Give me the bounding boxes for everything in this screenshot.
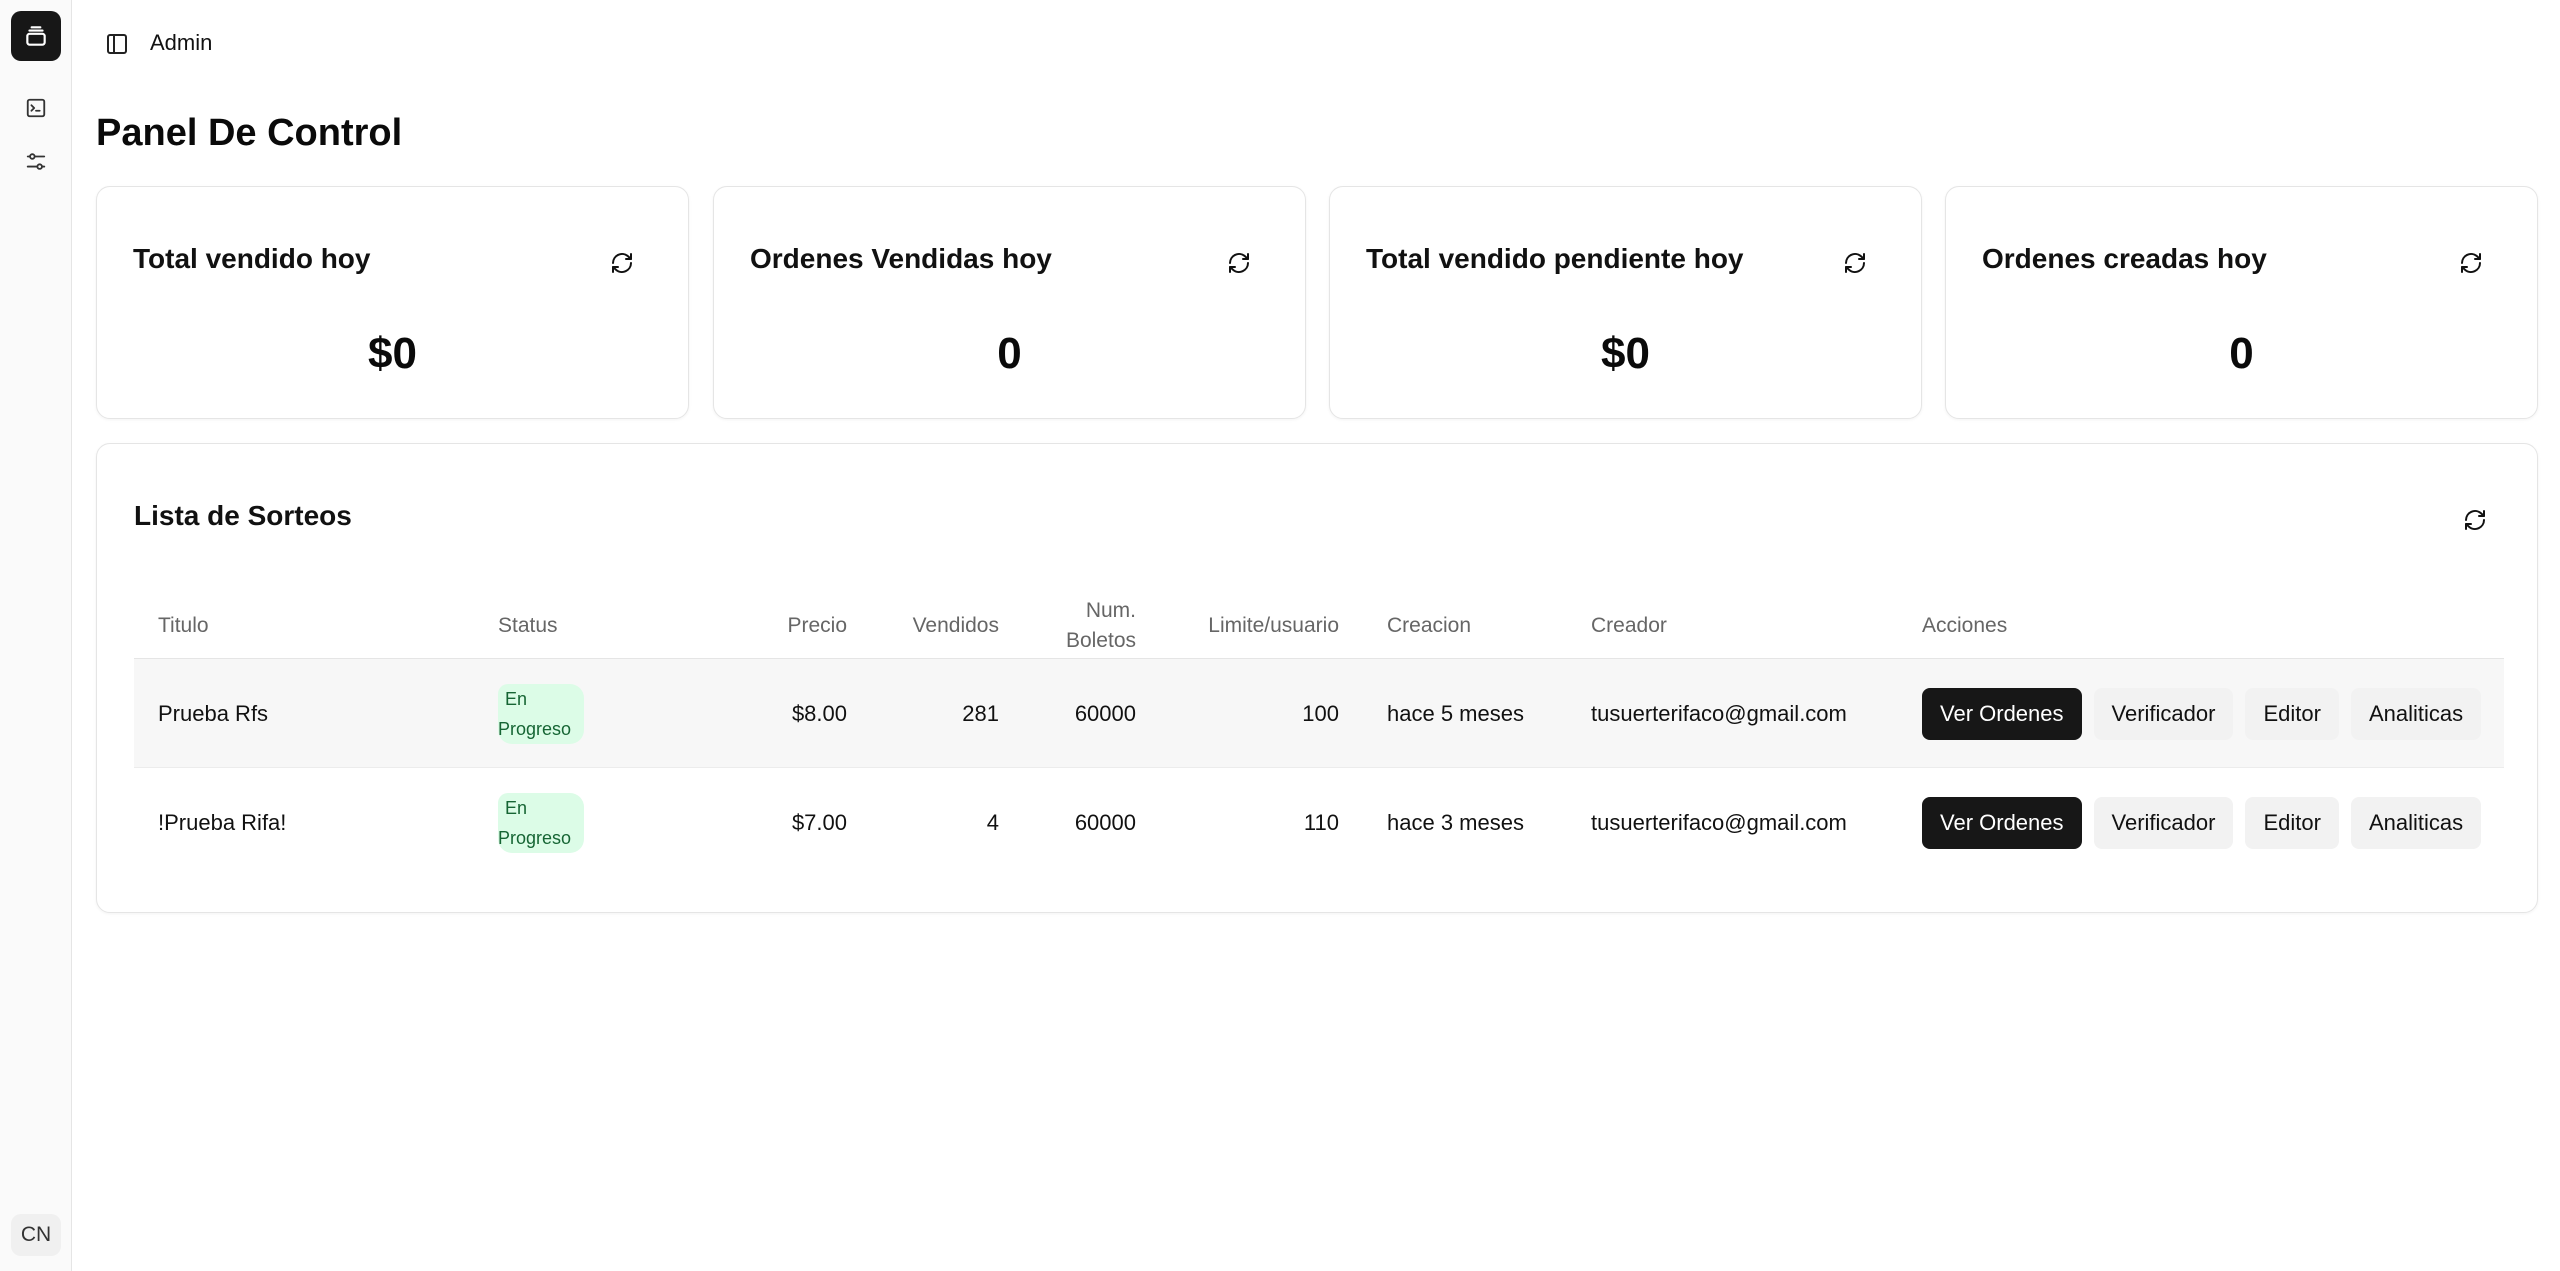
cell-limite: 110 <box>1303 809 1339 835</box>
sliders-icon <box>26 153 46 170</box>
column-header-boletos-line2: Boletos <box>1065 628 1136 652</box>
column-header-acciones: Acciones <box>1922 613 2008 637</box>
rail-item-settings[interactable] <box>20 146 52 178</box>
cell-acciones: Ver Ordenes Verificador Editor Analitica… <box>1922 659 2482 768</box>
icon-rail: CN <box>0 0 72 1271</box>
avatar[interactable]: CN <box>11 1214 61 1256</box>
column-header-creacion[interactable]: Creacion <box>1387 592 1471 659</box>
cell-precio: $8.00 <box>791 700 847 726</box>
refresh-icon <box>612 253 632 273</box>
cell-precio: $7.00 <box>791 809 847 835</box>
stat-card-title: Ordenes Vendidas hoy <box>750 243 1052 274</box>
refresh-icon <box>1845 253 1865 273</box>
raffle-list-panel: Lista de Sorteos Titulo Status Precio Ve… <box>96 443 2538 913</box>
column-header-precio[interactable]: Precio <box>694 592 847 659</box>
editor-button[interactable]: Editor <box>2245 796 2339 849</box>
cell-creacion: hace 3 meses <box>1387 809 1524 835</box>
cell-boletos: 60000 <box>1074 700 1136 726</box>
stat-card-pending-sold: Total vendido pendiente hoy $0 <box>1329 186 1922 419</box>
refresh-icon <box>2465 510 2485 530</box>
cell-creacion: hace 5 meses <box>1387 700 1524 726</box>
raffle-table: Titulo Status Precio Vendidos Num. Bolet… <box>134 592 2504 877</box>
column-header-creador[interactable]: Creador <box>1591 592 1667 659</box>
stat-card-total-sold: Total vendido hoy $0 <box>96 186 689 419</box>
analiticas-button[interactable]: Analiticas <box>2350 796 2482 849</box>
refresh-button[interactable] <box>1223 247 1255 279</box>
cell-titulo: !Prueba Rifa! <box>158 809 287 835</box>
sidebar-icon <box>107 34 127 54</box>
refresh-icon <box>1229 253 1249 273</box>
status-badge-line2: Progreso <box>498 718 572 739</box>
verificador-button[interactable]: Verificador <box>2093 796 2234 849</box>
stack-icon <box>26 26 46 46</box>
stat-card-value: 0 <box>997 329 1022 378</box>
stat-card-value: $0 <box>368 329 417 378</box>
column-header-status[interactable]: Status <box>498 592 558 659</box>
editor-button[interactable]: Editor <box>2245 687 2339 740</box>
cell-creador: tusuerterifaco@gmail.com <box>1591 700 1847 726</box>
cell-status: En Progreso <box>498 659 584 768</box>
refresh-icon <box>2461 253 2481 273</box>
analiticas-button[interactable]: Analiticas <box>2350 687 2482 740</box>
table-row: !Prueba Rifa! En Progreso $7.00 4 60000 … <box>134 768 2504 877</box>
app-logo[interactable] <box>11 11 61 61</box>
top-bar: Admin <box>72 0 2560 90</box>
column-header-titulo[interactable]: Titulo <box>158 592 209 659</box>
stat-card-orders-created: Ordenes creadas hoy 0 <box>1945 186 2538 419</box>
stat-card-value: $0 <box>1601 329 1650 378</box>
cell-vendidos: 281 <box>962 700 999 726</box>
column-header-limite[interactable]: Limite/usuario <box>1136 592 1339 659</box>
refresh-button[interactable] <box>1839 247 1871 279</box>
breadcrumb: Admin <box>150 30 213 55</box>
ver-ordenes-button[interactable]: Ver Ordenes <box>1922 796 2082 849</box>
stat-card-title: Total vendido hoy <box>133 243 371 274</box>
cell-vendidos: 4 <box>986 809 999 835</box>
status-badge-line1: En <box>498 683 534 714</box>
stat-card-value: 0 <box>2229 329 2254 378</box>
cell-limite: 100 <box>1302 700 1339 726</box>
ver-ordenes-button[interactable]: Ver Ordenes <box>1922 687 2082 740</box>
stat-card-title: Ordenes creadas hoy <box>1982 243 2267 274</box>
terminal-icon <box>26 98 46 118</box>
stat-card-title: Total vendido pendiente hoy <box>1366 243 1744 274</box>
cell-creador: tusuerterifaco@gmail.com <box>1591 809 1847 835</box>
raffle-list-title: Lista de Sorteos <box>134 500 352 531</box>
refresh-button[interactable] <box>606 247 638 279</box>
status-badge-line1: En <box>498 792 534 823</box>
stat-card-orders-sold: Ordenes Vendidas hoy 0 <box>713 186 1306 419</box>
column-header-vendidos[interactable]: Vendidos <box>847 592 999 659</box>
refresh-button[interactable] <box>2459 504 2491 536</box>
cell-titulo: Prueba Rfs <box>158 700 269 726</box>
refresh-button[interactable] <box>2455 247 2487 279</box>
cell-status: En Progreso <box>498 768 584 877</box>
cell-acciones: Ver Ordenes Verificador Editor Analitica… <box>1922 768 2482 877</box>
status-badge-line2: Progreso <box>498 827 572 848</box>
table-row: Prueba Rfs En Progreso $8.00 281 60000 1… <box>134 659 2504 768</box>
avatar-initials: CN <box>20 1223 52 1246</box>
table-header: Titulo Status Precio Vendidos Num. Bolet… <box>134 592 2504 659</box>
verificador-button[interactable]: Verificador <box>2093 687 2234 740</box>
sidebar-toggle-button[interactable] <box>102 29 132 59</box>
page-title: Panel De Control <box>96 112 403 154</box>
status-badge: En Progreso <box>498 683 584 744</box>
status-badge: En Progreso <box>498 792 584 853</box>
column-header-boletos-line1: Num. <box>1085 598 1136 622</box>
column-header-boletos[interactable]: Num. Boletos <box>999 592 1136 659</box>
rail-item-terminal[interactable] <box>20 92 52 124</box>
cell-boletos: 60000 <box>1074 809 1136 835</box>
